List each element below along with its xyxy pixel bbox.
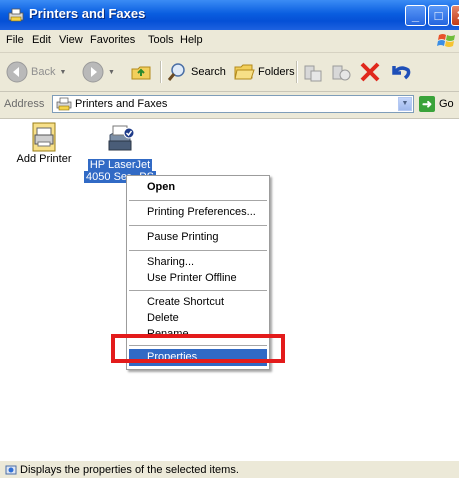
minimize-button[interactable]: _ (405, 5, 426, 26)
annotation-highlight-box (111, 334, 285, 363)
menu-tools[interactable]: Tools (148, 34, 174, 46)
go-arrow-icon: ➜ (419, 96, 435, 112)
back-label: Back (31, 66, 56, 78)
add-printer-item[interactable]: Add Printer (16, 121, 72, 165)
move-to-button[interactable] (302, 59, 324, 85)
add-printer-icon (32, 122, 56, 152)
close-icon: ✕ (452, 6, 459, 25)
printers-folder-icon (56, 97, 72, 111)
menu-delete-label: Delete (147, 312, 179, 324)
back-button[interactable]: Back ▼ (6, 59, 66, 85)
menu-create-shortcut[interactable]: Create Shortcut (129, 294, 267, 311)
status-text: Displays the properties of the selected … (20, 464, 239, 476)
menu-delete[interactable]: Delete (129, 310, 267, 327)
delete-icon (360, 62, 380, 82)
menu-separator (129, 225, 267, 226)
menu-open[interactable]: Open (129, 179, 267, 196)
toolbar-separator (160, 61, 162, 83)
address-bar: Address Printers and Faxes ▼ ➜ Go (0, 92, 459, 119)
copy-to-button[interactable] (330, 59, 352, 85)
menu-printing-preferences-label: Printing Preferences... (147, 206, 256, 218)
folders-label: Folders (258, 66, 295, 78)
title-bar: Printers and Faxes _ □ ✕ (0, 0, 459, 30)
search-button[interactable]: Search (166, 59, 226, 85)
forward-button[interactable]: ▼ (82, 59, 115, 85)
menu-separator (129, 250, 267, 251)
standard-toolbar: Back ▼ ▼ Search Folders (0, 53, 459, 92)
minimize-icon: _ (411, 8, 420, 23)
menu-open-label: Open (147, 181, 176, 193)
menu-pause-printing[interactable]: Pause Printing (129, 229, 267, 246)
delete-button[interactable] (358, 59, 382, 85)
status-bar: Displays the properties of the selected … (0, 460, 459, 478)
address-value: Printers and Faxes (75, 98, 168, 110)
printer-icon (108, 125, 135, 151)
menu-sharing[interactable]: Sharing... (129, 254, 267, 271)
up-folder-button[interactable] (130, 59, 152, 85)
menu-create-shortcut-label: Create Shortcut (147, 296, 225, 308)
menu-help[interactable]: Help (180, 34, 203, 46)
forward-arrow-icon (82, 61, 104, 83)
folders-button[interactable]: Folders (233, 59, 295, 85)
up-folder-icon (131, 66, 151, 80)
go-button[interactable]: ➜ Go (419, 96, 454, 112)
menu-use-printer-offline[interactable]: Use Printer Offline (129, 270, 267, 287)
properties-icon (5, 465, 17, 475)
menu-file[interactable]: File (6, 34, 24, 46)
dropdown-arrow-icon: ▼ (108, 68, 115, 76)
menu-view[interactable]: View (59, 34, 83, 46)
maximize-button[interactable]: □ (428, 5, 449, 26)
add-printer-label: Add Printer (16, 153, 72, 165)
hp-laserjet-label-line1: HP LaserJet (87, 159, 153, 171)
close-button[interactable]: ✕ (451, 5, 459, 26)
toolbar-separator (296, 61, 298, 83)
menu-separator (129, 200, 267, 201)
dropdown-arrow-icon: ▼ (59, 68, 67, 76)
search-label: Search (191, 66, 226, 78)
address-dropdown-button[interactable]: ▼ (398, 97, 412, 111)
window-title: Printers and Faxes (29, 6, 146, 21)
menu-use-printer-offline-label: Use Printer Offline (147, 272, 237, 284)
undo-icon (392, 66, 411, 80)
address-label: Address (4, 98, 45, 110)
menu-favorites[interactable]: Favorites (90, 34, 135, 46)
printers-folder-icon (8, 8, 24, 22)
menu-pause-printing-label: Pause Printing (147, 231, 219, 243)
hp-laserjet-item[interactable]: HP LaserJet 4050 Ser...PS (80, 123, 160, 183)
menu-printing-preferences[interactable]: Printing Preferences... (129, 204, 267, 221)
move-to-icon (304, 65, 322, 82)
search-icon (167, 63, 185, 81)
undo-button[interactable] (388, 59, 412, 85)
windows-logo-icon (437, 34, 455, 47)
folders-icon (234, 64, 255, 80)
back-arrow-icon (6, 61, 28, 83)
maximize-icon: □ (434, 8, 443, 23)
copy-to-icon (332, 65, 351, 81)
go-label: Go (439, 98, 454, 110)
address-field[interactable]: Printers and Faxes ▼ (52, 95, 414, 113)
menu-edit[interactable]: Edit (32, 34, 51, 46)
menu-separator (129, 290, 267, 291)
menu-bar: File Edit View Favorites Tools Help (0, 30, 459, 53)
menu-sharing-label: Sharing... (147, 256, 195, 268)
